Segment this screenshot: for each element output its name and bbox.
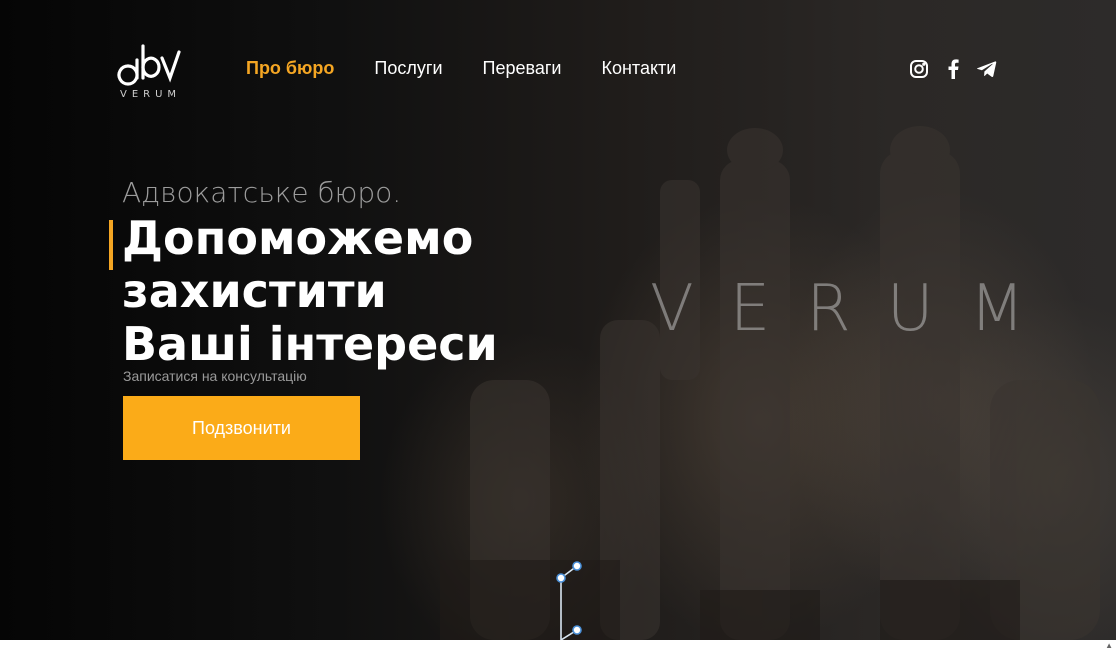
verum-watermark: VERUM xyxy=(650,272,1061,346)
hero-section: VERUM Про бюро Послуги Переваги Контакти xyxy=(0,0,1116,640)
logo[interactable]: VERUM xyxy=(112,42,190,102)
nav-item-services[interactable]: Послуги xyxy=(374,58,442,79)
call-button[interactable]: Подзвонити xyxy=(123,396,360,460)
headline-line-1: Допоможемо захистити xyxy=(122,211,474,318)
instagram-icon[interactable] xyxy=(908,58,930,80)
logo-text: VERUM xyxy=(120,89,182,100)
telegram-icon[interactable] xyxy=(976,58,998,80)
accent-bar xyxy=(109,220,113,270)
nav-item-about[interactable]: Про бюро xyxy=(246,58,334,79)
scroll-up-icon[interactable]: ▲ xyxy=(1105,641,1113,650)
social-links xyxy=(908,58,998,80)
nav-item-advantages[interactable]: Переваги xyxy=(483,58,562,79)
logo-mark-icon xyxy=(117,44,181,86)
page-bottom-strip xyxy=(0,640,1116,650)
hero-eyebrow: Адвокатське бюро. xyxy=(122,176,402,209)
main-nav: Про бюро Послуги Переваги Контакти xyxy=(246,58,716,79)
cta-label: Записатися на консультацію xyxy=(123,368,307,384)
headline-line-2: Ваші інтереси xyxy=(122,317,498,371)
facebook-icon[interactable] xyxy=(942,58,964,80)
nav-item-contacts[interactable]: Контакти xyxy=(601,58,676,79)
hero-headline: Допоможемо захистити Ваші інтереси xyxy=(122,212,682,371)
scroll-indicator-icon[interactable] xyxy=(550,560,590,640)
